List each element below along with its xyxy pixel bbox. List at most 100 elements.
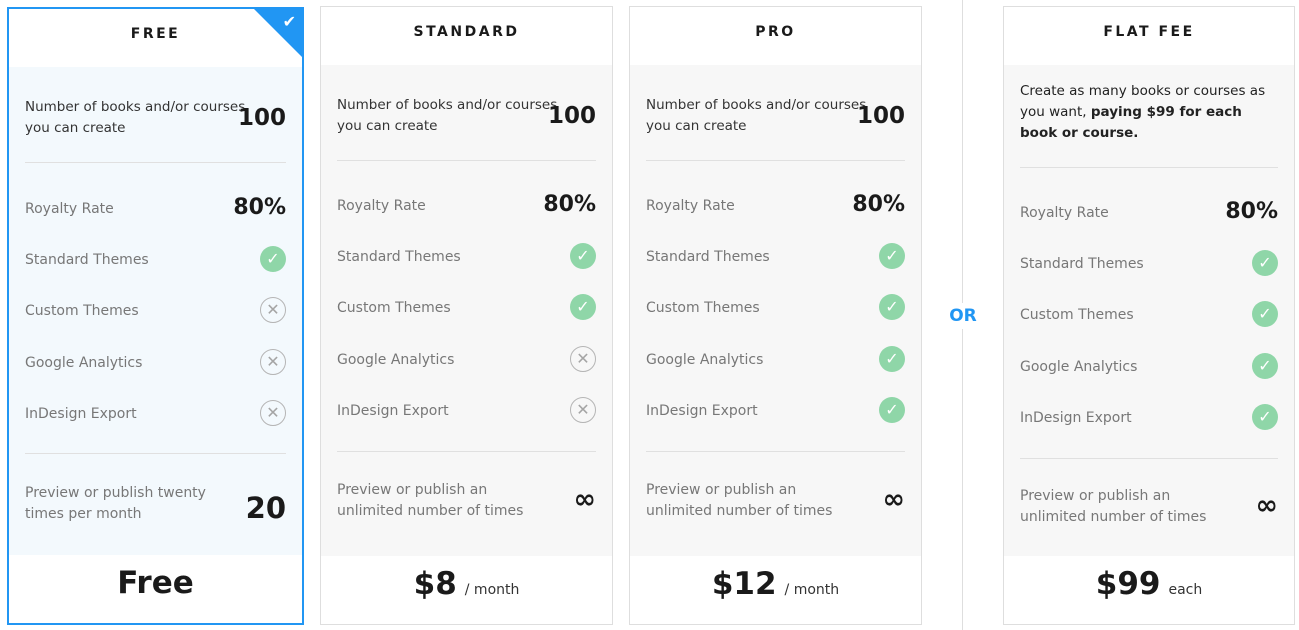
- plan-price: $99 each: [1004, 556, 1294, 624]
- plan-price: $12 / month: [630, 556, 921, 624]
- divider: [25, 162, 286, 163]
- checkmark-icon: ✔: [282, 12, 296, 31]
- feature-indesign-export: InDesign Export ✕: [337, 397, 596, 427]
- royalty-value: 80%: [543, 192, 596, 217]
- check-circle-icon: ✓: [1252, 353, 1278, 379]
- preview-row: Preview or publish an unlimited number o…: [337, 480, 596, 528]
- books-row: Number of books and/or courses you can c…: [337, 95, 596, 143]
- plan-name: PRO: [630, 7, 921, 65]
- books-row: Number of books and/or courses you can c…: [646, 95, 905, 143]
- divider: [337, 160, 596, 161]
- feature-label: Google Analytics: [1020, 359, 1138, 375]
- divider: [337, 451, 596, 452]
- feature-label: Standard Themes: [337, 249, 461, 265]
- feature-label: Standard Themes: [1020, 256, 1144, 272]
- plan-price: Free: [9, 555, 302, 623]
- preview-label: Preview or publish twenty times per mont…: [25, 485, 206, 522]
- feature-label: Google Analytics: [646, 352, 764, 368]
- plan-price: $8 / month: [321, 556, 612, 624]
- books-label: Number of books and/or courses you can c…: [25, 99, 246, 136]
- royalty-row: Royalty Rate 80%: [25, 195, 286, 225]
- feature-label: Standard Themes: [25, 252, 149, 268]
- books-row: Number of books and/or courses you can c…: [25, 97, 286, 145]
- royalty-row: Royalty Rate 80%: [337, 192, 596, 222]
- plan-details: Number of books and/or courses you can c…: [321, 65, 612, 556]
- royalty-value: 80%: [1225, 199, 1278, 224]
- check-circle-icon: ✓: [570, 243, 596, 269]
- plan-card-pro[interactable]: PRO Number of books and/or courses you c…: [629, 6, 922, 625]
- divider: [1020, 167, 1278, 168]
- preview-value: ∞: [573, 484, 597, 515]
- feature-google-analytics: Google Analytics ✓: [1020, 353, 1278, 383]
- divider: [646, 160, 905, 161]
- books-value: 100: [237, 105, 286, 131]
- price-amount: $12: [711, 566, 777, 602]
- price-amount: Free: [117, 565, 194, 601]
- plan-card-flat-fee[interactable]: FLAT FEE Create as many books or courses…: [1003, 6, 1295, 625]
- preview-value: 20: [245, 491, 286, 525]
- books-label: Number of books and/or courses you can c…: [337, 97, 558, 134]
- feature-label: InDesign Export: [25, 406, 137, 422]
- preview-value: ∞: [882, 484, 906, 515]
- feature-indesign-export: InDesign Export ✓: [646, 397, 905, 427]
- feature-standard-themes: Standard Themes ✓: [337, 243, 596, 273]
- check-circle-icon: ✓: [879, 397, 905, 423]
- plan-card-free[interactable]: FREE ✔ Number of books and/or courses yo…: [7, 7, 304, 625]
- plan-card-standard[interactable]: STANDARD Number of books and/or courses …: [320, 6, 613, 625]
- feature-indesign-export: InDesign Export ✓: [1020, 404, 1278, 434]
- preview-row: Preview or publish an unlimited number o…: [1020, 486, 1278, 534]
- plan-details: Create as many books or courses as you w…: [1004, 65, 1294, 556]
- books-label: Number of books and/or courses you can c…: [646, 97, 867, 134]
- preview-label: Preview or publish an unlimited number o…: [337, 482, 524, 519]
- plan-name: FLAT FEE: [1004, 7, 1294, 65]
- preview-label: Preview or publish an unlimited number o…: [646, 482, 833, 519]
- royalty-row: Royalty Rate 80%: [1020, 199, 1278, 229]
- royalty-label: Royalty Rate: [25, 201, 114, 217]
- divider: [25, 453, 286, 454]
- x-circle-icon: ✕: [260, 400, 286, 426]
- royalty-value: 80%: [852, 192, 905, 217]
- check-circle-icon: ✓: [879, 346, 905, 372]
- check-circle-icon: ✓: [879, 294, 905, 320]
- divider: [1020, 458, 1278, 459]
- check-circle-icon: ✓: [879, 243, 905, 269]
- check-circle-icon: ✓: [1252, 301, 1278, 327]
- royalty-row: Royalty Rate 80%: [646, 192, 905, 222]
- check-circle-icon: ✓: [570, 294, 596, 320]
- feature-google-analytics: Google Analytics ✓: [646, 346, 905, 376]
- feature-label: Standard Themes: [646, 249, 770, 265]
- feature-google-analytics: Google Analytics ✕: [25, 349, 286, 379]
- feature-standard-themes: Standard Themes ✓: [646, 243, 905, 273]
- royalty-label: Royalty Rate: [1020, 205, 1109, 221]
- preview-value: ∞: [1255, 490, 1279, 521]
- feature-custom-themes: Custom Themes ✓: [646, 294, 905, 324]
- price-amount: $8: [413, 566, 457, 602]
- preview-row: Preview or publish twenty times per mont…: [25, 483, 286, 531]
- feature-label: Custom Themes: [646, 300, 760, 316]
- price-amount: $99: [1095, 566, 1161, 602]
- feature-custom-themes: Custom Themes ✕: [25, 297, 286, 327]
- feature-custom-themes: Custom Themes ✓: [1020, 301, 1278, 331]
- plan-name: STANDARD: [321, 7, 612, 65]
- feature-label: Google Analytics: [337, 352, 455, 368]
- royalty-label: Royalty Rate: [337, 198, 426, 214]
- price-unit: each: [1168, 582, 1203, 598]
- feature-label: Custom Themes: [25, 303, 139, 319]
- or-label: OR: [943, 303, 983, 329]
- x-circle-icon: ✕: [570, 397, 596, 423]
- feature-label: Custom Themes: [337, 300, 451, 316]
- feature-indesign-export: InDesign Export ✕: [25, 400, 286, 430]
- books-value: 100: [547, 103, 596, 129]
- divider: [646, 451, 905, 452]
- check-circle-icon: ✓: [1252, 250, 1278, 276]
- feature-custom-themes: Custom Themes ✓: [337, 294, 596, 324]
- check-circle-icon: ✓: [260, 246, 286, 272]
- feature-google-analytics: Google Analytics ✕: [337, 346, 596, 376]
- feature-label: Google Analytics: [25, 355, 143, 371]
- check-circle-icon: ✓: [1252, 404, 1278, 430]
- feature-label: InDesign Export: [646, 403, 758, 419]
- preview-label: Preview or publish an unlimited number o…: [1020, 488, 1207, 525]
- feature-standard-themes: Standard Themes ✓: [25, 246, 286, 276]
- plan-details: Number of books and/or courses you can c…: [9, 67, 302, 555]
- plan-details: Number of books and/or courses you can c…: [630, 65, 921, 556]
